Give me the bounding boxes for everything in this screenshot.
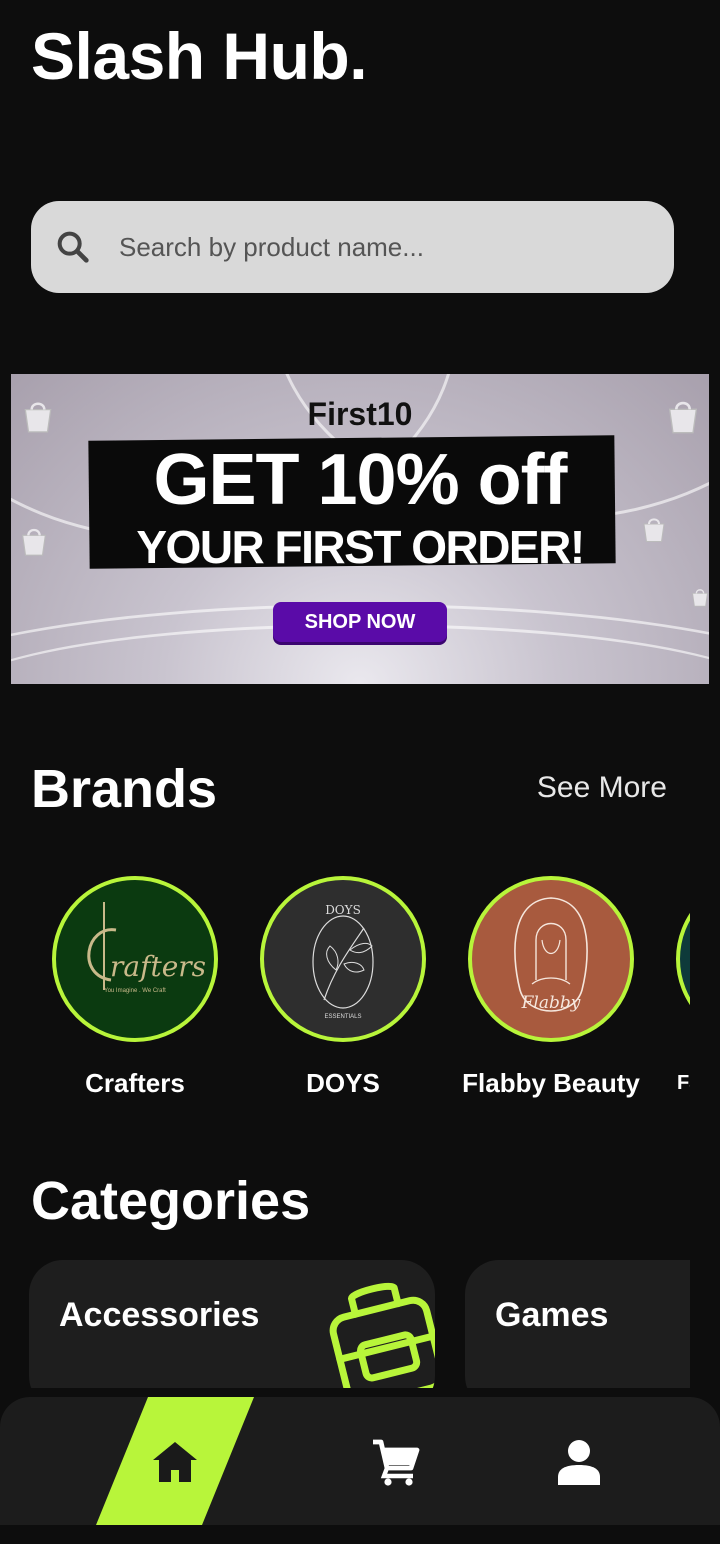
category-label: Accessories bbox=[59, 1296, 260, 1334]
flabby-logo: Flabby bbox=[514, 897, 588, 1013]
brand-item-partial[interactable]: Fa bbox=[659, 876, 690, 1095]
search-input[interactable] bbox=[117, 200, 674, 294]
brand-logo-crafters: rafters You Imagine . We Craft bbox=[52, 876, 218, 1042]
bottom-nav bbox=[0, 1397, 720, 1525]
backpack-icon bbox=[329, 1282, 435, 1388]
brand-name: DOYS bbox=[306, 1068, 380, 1098]
category-label: Games bbox=[495, 1296, 609, 1334]
category-card-games[interactable]: Games bbox=[465, 1260, 690, 1388]
shopping-bag-icon bbox=[692, 589, 708, 607]
svg-text:You Imagine . We Craft: You Imagine . We Craft bbox=[104, 988, 166, 994]
brand-item-flabby-beauty[interactable]: Flabby Flabby Beauty bbox=[451, 876, 651, 1099]
nav-cart[interactable] bbox=[368, 1435, 422, 1489]
doys-logo: DOYS ESSENTIALS bbox=[312, 903, 374, 1020]
categories-title: Categories bbox=[31, 1171, 311, 1231]
svg-text:Flabby: Flabby bbox=[521, 993, 581, 1013]
brand-name: Flabby Beauty bbox=[462, 1068, 640, 1098]
brand-item-crafters[interactable]: rafters You Imagine . We Craft Crafters bbox=[35, 876, 235, 1099]
home-icon bbox=[153, 1442, 197, 1482]
promo-code: First10 bbox=[307, 396, 413, 432]
svg-text:rafters: rafters bbox=[110, 950, 206, 983]
categories-carousel[interactable]: Accessories Games bbox=[0, 1260, 690, 1388]
system-bar bbox=[0, 1525, 720, 1544]
svg-text:ESSENTIALS: ESSENTIALS bbox=[324, 1014, 361, 1020]
search-icon bbox=[57, 231, 89, 263]
brand-logo-doys: DOYS ESSENTIALS bbox=[260, 876, 426, 1042]
brand-name: Crafters bbox=[85, 1068, 185, 1098]
search-bar[interactable] bbox=[31, 200, 674, 294]
svg-text:DOYS: DOYS bbox=[325, 903, 361, 917]
banner-subheadline: YOUR FIRST ORDER! bbox=[136, 521, 585, 573]
see-more-link[interactable]: See More bbox=[537, 771, 667, 805]
cart-icon bbox=[373, 1439, 420, 1486]
brand-logo-partial bbox=[676, 876, 690, 1042]
brands-title: Brands bbox=[31, 759, 218, 819]
brands-carousel[interactable]: rafters You Imagine . We Craft Crafters … bbox=[0, 876, 690, 1116]
brand-name: Fa bbox=[677, 1072, 690, 1094]
brand-logo-flabby: Flabby bbox=[468, 876, 634, 1042]
user-icon bbox=[558, 1440, 600, 1485]
category-card-accessories[interactable]: Accessories bbox=[29, 1260, 435, 1388]
banner-headline: GET 10% off bbox=[153, 440, 567, 520]
nav-home[interactable] bbox=[148, 1435, 202, 1489]
shop-now-button[interactable]: SHOP NOW bbox=[273, 602, 447, 642]
promo-banner[interactable]: First10 GET 10% off YOUR FIRST ORDER! SH… bbox=[11, 374, 709, 684]
crafters-logo: rafters You Imagine . We Craft bbox=[87, 902, 206, 994]
brand-item-doys[interactable]: DOYS ESSENTIALS DOYS bbox=[243, 876, 443, 1099]
app-title: Slash Hub. bbox=[31, 19, 368, 93]
nav-profile[interactable] bbox=[552, 1435, 606, 1489]
